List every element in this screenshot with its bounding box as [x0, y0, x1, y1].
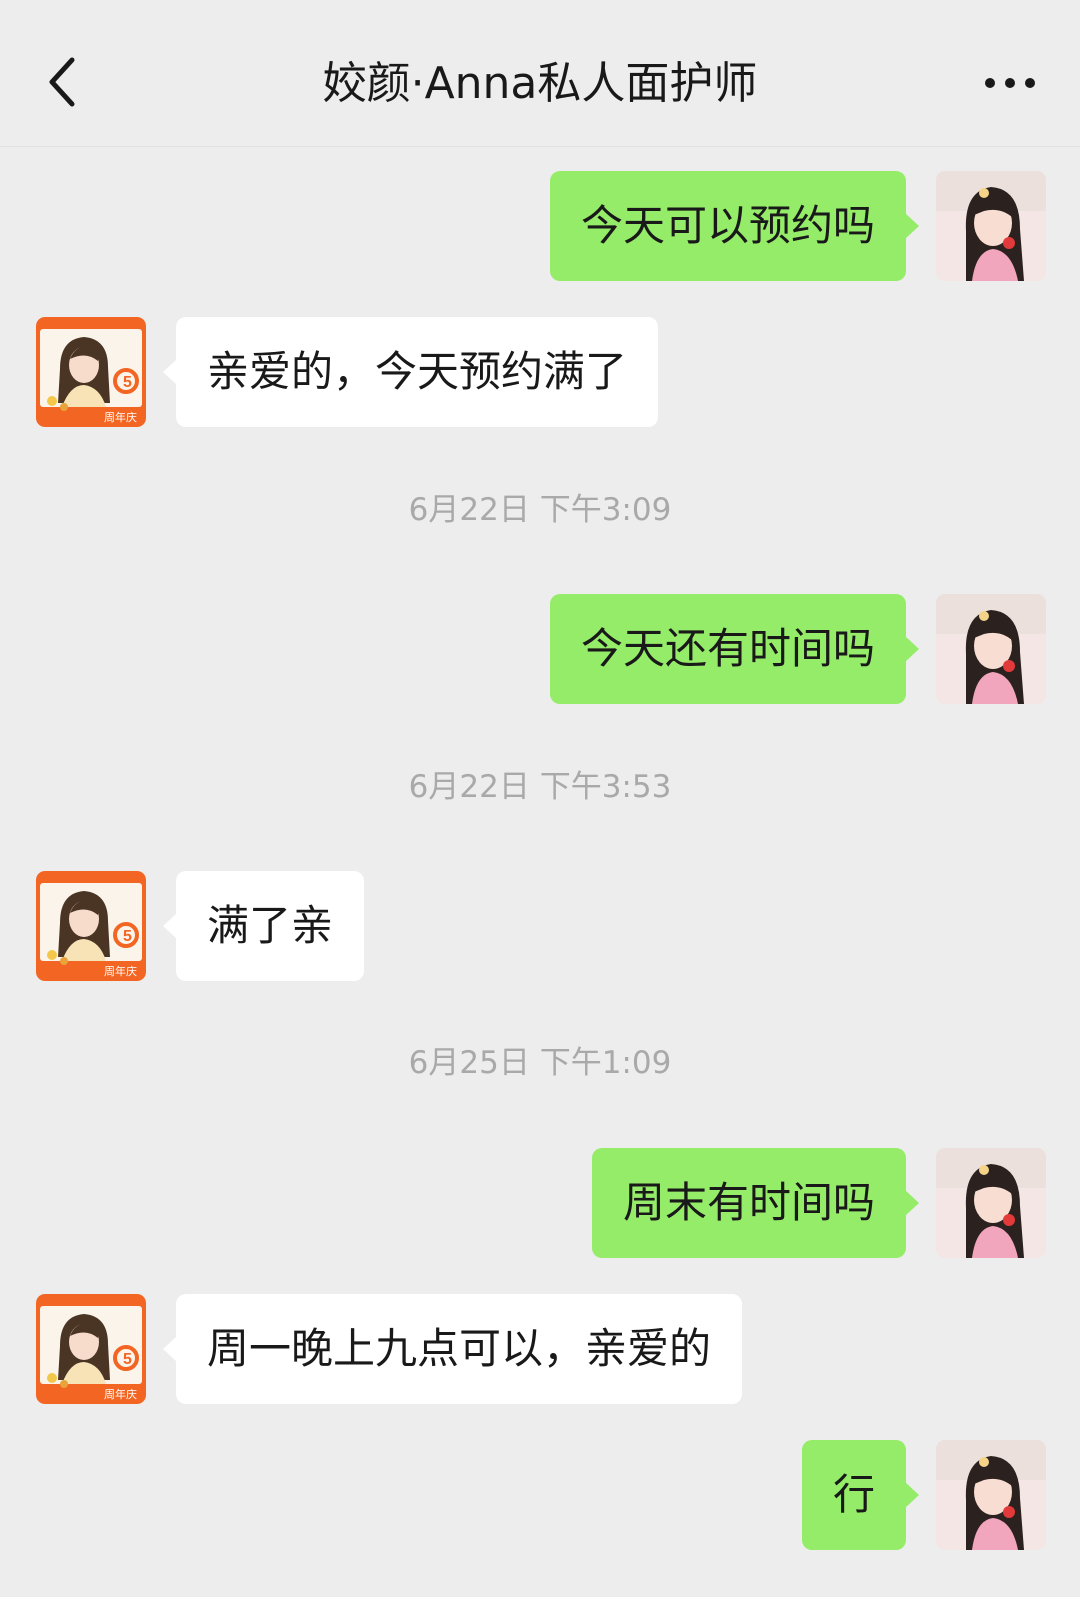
timestamp: 6月25日 下午1:09	[408, 1045, 672, 1081]
contact-avatar[interactable]: 5 周年庆	[36, 871, 146, 981]
message-bubble-outgoing[interactable]: 周末有时间吗	[591, 1148, 920, 1258]
message-bubble-outgoing[interactable]: 行	[801, 1440, 920, 1550]
user-avatar-image	[936, 594, 1046, 704]
message-row-incoming: 5 周年庆 亲爱的，今天预约满了	[0, 317, 1080, 427]
contact-avatar-image: 5 周年庆	[36, 871, 146, 981]
contact-badge-number: 5	[123, 928, 132, 945]
contact-badge-text: 周年庆	[104, 964, 137, 978]
message-row-outgoing: 行	[0, 1440, 1080, 1550]
message-bubble-incoming[interactable]: 亲爱的，今天预约满了	[162, 317, 659, 427]
user-avatar-image	[936, 171, 1046, 281]
contact-avatar[interactable]: 5 周年庆	[36, 1294, 146, 1404]
message-row-outgoing: 今天可以预约吗	[0, 171, 1080, 281]
user-avatar-image	[936, 1148, 1046, 1258]
contact-badge-text: 周年庆	[104, 1387, 137, 1401]
message-row-outgoing: 今天还有时间吗	[0, 594, 1080, 704]
my-avatar[interactable]	[936, 1148, 1046, 1258]
more-options-button[interactable]	[970, 58, 1050, 108]
contact-badge-number: 5	[123, 374, 132, 391]
message-bubble-outgoing[interactable]: 今天可以预约吗	[549, 171, 920, 281]
message-row-incoming: 5 周年庆 满了亲	[0, 871, 1080, 981]
timestamp: 6月22日 下午3:53	[408, 769, 672, 805]
my-avatar[interactable]	[936, 171, 1046, 281]
my-avatar[interactable]	[936, 1440, 1046, 1550]
my-avatar[interactable]	[936, 594, 1046, 704]
message-bubble-incoming[interactable]: 周一晚上九点可以，亲爱的	[162, 1294, 743, 1404]
contact-avatar-image: 5 周年庆	[36, 317, 146, 427]
chat-title: 姣颜·Anna私人面护师	[322, 58, 758, 109]
message-bubble-incoming[interactable]: 满了亲	[162, 871, 365, 981]
message-row-outgoing: 周末有时间吗	[0, 1148, 1080, 1258]
chat-header: 姣颜·Anna私人面护师	[0, 0, 1080, 147]
contact-badge-text: 周年庆	[104, 410, 137, 424]
contact-badge-number: 5	[123, 1351, 132, 1368]
message-bubble-outgoing[interactable]: 今天还有时间吗	[549, 594, 920, 704]
message-list[interactable]: 今天可以预约吗 5 周年庆 亲爱的，今天预约满了 6月22日 下午3:09 今天…	[0, 146, 1080, 1597]
contact-avatar-image: 5 周年庆	[36, 1294, 146, 1404]
message-row-incoming: 5 周年庆 周一晚上九点可以，亲爱的	[0, 1294, 1080, 1404]
timestamp: 6月22日 下午3:09	[408, 492, 672, 528]
more-dots-icon	[985, 78, 1035, 88]
contact-avatar[interactable]: 5 周年庆	[36, 317, 146, 427]
user-avatar-image	[936, 1440, 1046, 1550]
